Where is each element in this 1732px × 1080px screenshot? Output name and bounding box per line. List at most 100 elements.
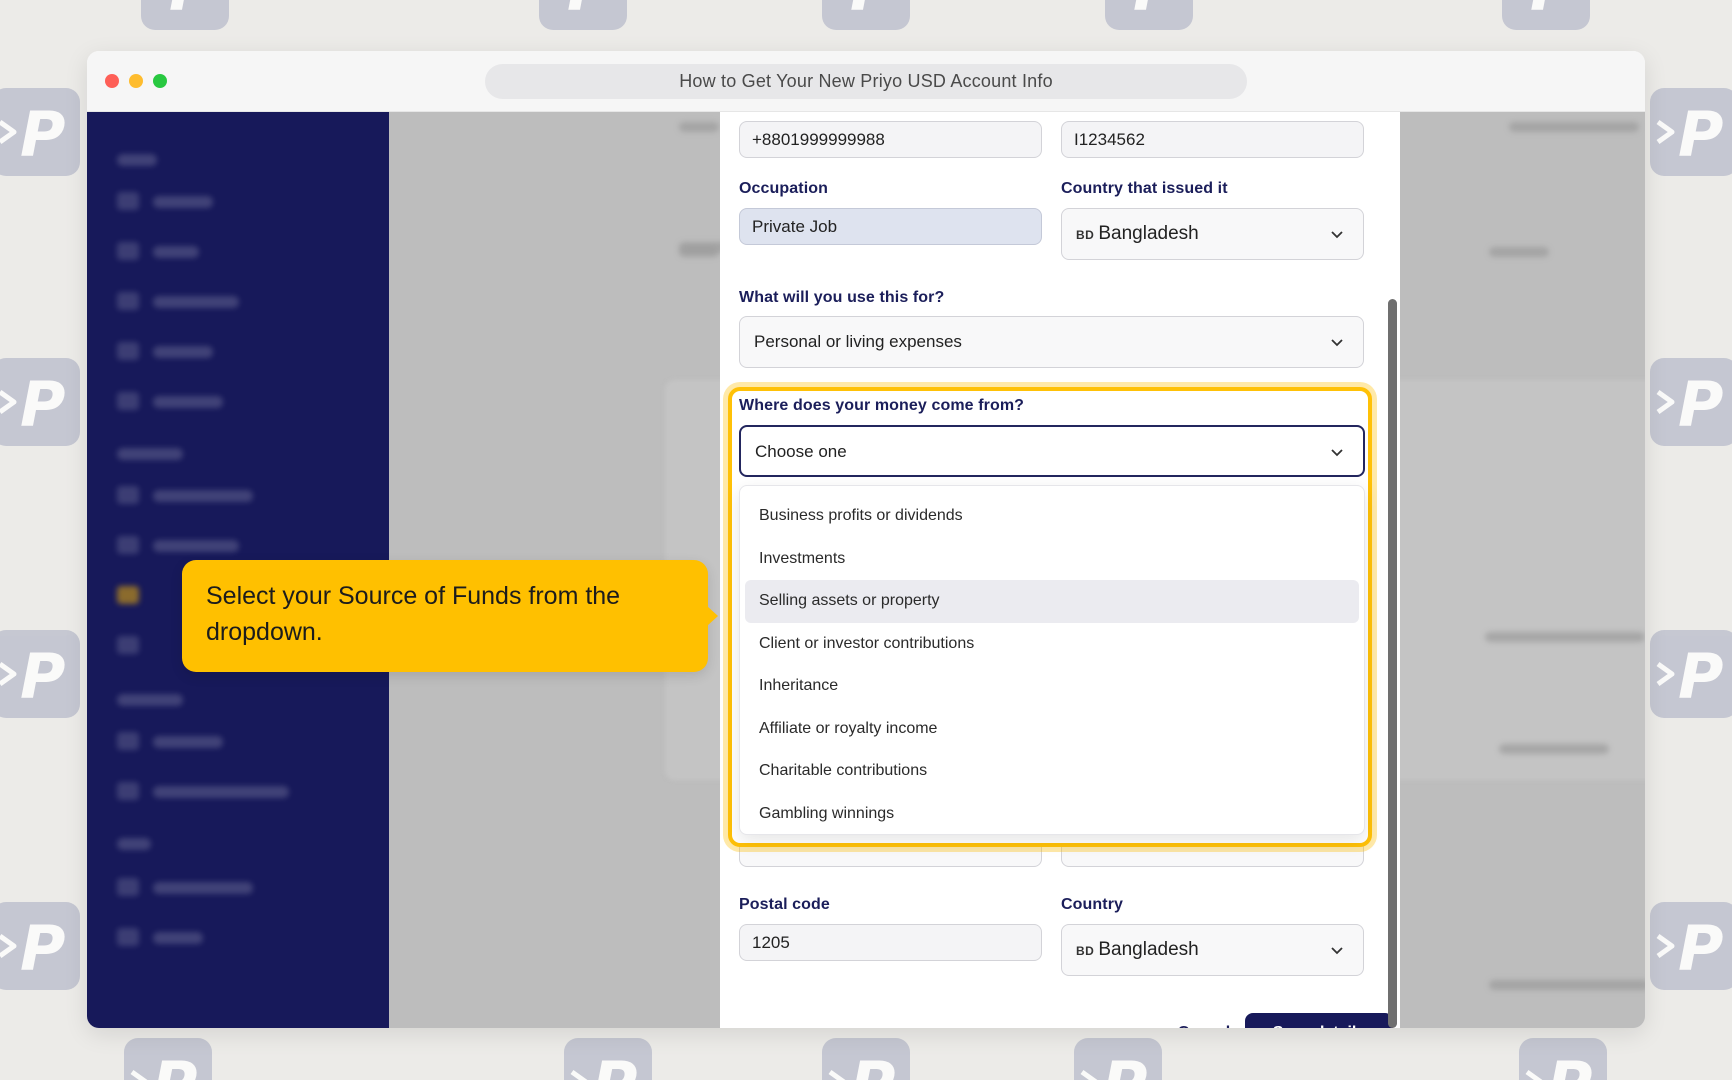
sidebar-icon bbox=[117, 732, 139, 750]
source-of-funds-select[interactable]: Choose one bbox=[739, 425, 1365, 477]
dropdown-option[interactable]: Inheritance bbox=[745, 665, 1359, 708]
issuing-country-select[interactable]: BD Bangladesh bbox=[1061, 208, 1364, 260]
svg-text:P: P bbox=[1530, 0, 1575, 25]
priyo-logo-icon: P bbox=[1525, 1048, 1592, 1080]
sidebar-blur bbox=[153, 346, 213, 358]
watermark-logo: P bbox=[822, 1038, 910, 1080]
watermark-logo: P bbox=[1650, 358, 1732, 446]
title-bar: How to Get Your New Priyo USD Account In… bbox=[87, 51, 1645, 112]
id-number-field[interactable]: I1234562 bbox=[1061, 121, 1364, 158]
priyo-logo-icon: P bbox=[1656, 98, 1723, 171]
watermark-logo: P bbox=[1650, 902, 1732, 990]
watermark-logo: P bbox=[0, 88, 80, 176]
sidebar-icon bbox=[117, 192, 139, 210]
svg-text:P: P bbox=[1678, 98, 1723, 171]
dropdown-option[interactable]: Investments bbox=[745, 538, 1359, 581]
close-window-button[interactable] bbox=[105, 74, 119, 88]
sidebar-icon bbox=[117, 342, 139, 360]
priyo-logo-icon: P bbox=[1133, 0, 1178, 25]
sidebar-icon bbox=[117, 392, 139, 410]
sidebar-blur bbox=[153, 786, 289, 798]
occupation-label: Occupation bbox=[739, 180, 829, 197]
maximize-window-button[interactable] bbox=[153, 74, 167, 88]
issuing-country-value: Bangladesh bbox=[1098, 223, 1199, 244]
dropdown-option-hovered[interactable]: Selling assets or property bbox=[745, 580, 1359, 623]
watermark-logo: P bbox=[822, 0, 910, 30]
svg-text:P: P bbox=[1678, 368, 1723, 441]
phone-field[interactable]: +8801999999988 bbox=[739, 121, 1042, 158]
svg-text:P: P bbox=[20, 912, 65, 985]
dropdown-option[interactable]: Affiliate or royalty income bbox=[745, 708, 1359, 751]
dropdown-option[interactable]: Gambling winnings bbox=[745, 793, 1359, 836]
modal-scrollbar[interactable] bbox=[1388, 299, 1397, 1028]
background-text bbox=[1485, 632, 1645, 642]
sidebar-blur bbox=[153, 736, 223, 748]
occupation-field[interactable]: Private Job bbox=[739, 208, 1042, 245]
watermark-logo: P bbox=[124, 1038, 212, 1080]
watermark-logo: P bbox=[539, 0, 627, 30]
svg-text:P: P bbox=[567, 0, 612, 25]
save-details-button[interactable]: Save details bbox=[1245, 1013, 1393, 1028]
watermark-logo: P bbox=[1502, 0, 1590, 30]
purpose-value: Personal or living expenses bbox=[754, 332, 962, 351]
svg-text:P: P bbox=[169, 0, 214, 25]
country-select[interactable]: BD Bangladesh bbox=[1061, 924, 1364, 976]
dropdown-option[interactable]: Business profits or dividends bbox=[745, 495, 1359, 538]
minimize-window-button[interactable] bbox=[129, 74, 143, 88]
chevron-down-icon bbox=[1331, 449, 1343, 457]
sidebar-blur bbox=[153, 296, 239, 308]
dropdown-option[interactable]: Charitable contributions bbox=[745, 750, 1359, 793]
sidebar-blur bbox=[117, 838, 151, 850]
postal-code-label: Postal code bbox=[739, 896, 830, 913]
postal-code-field[interactable]: 1205 bbox=[739, 924, 1042, 961]
watermark-logo: P bbox=[564, 1038, 652, 1080]
watermark-logo: P bbox=[0, 902, 80, 990]
priyo-logo-icon: P bbox=[0, 368, 65, 441]
sidebar-blur bbox=[153, 396, 223, 408]
country-value: Bangladesh bbox=[1098, 939, 1199, 960]
sidebar-icon bbox=[117, 636, 139, 654]
watermark-logo: P bbox=[141, 0, 229, 30]
address-bar[interactable]: How to Get Your New Priyo USD Account In… bbox=[485, 64, 1247, 99]
background-text bbox=[1499, 744, 1609, 754]
source-of-funds-value: Choose one bbox=[755, 442, 847, 461]
chevron-down-icon bbox=[1331, 947, 1343, 955]
bd-flag-icon: BD bbox=[1076, 944, 1095, 958]
priyo-logo-icon: P bbox=[169, 0, 214, 25]
issuing-country-label: Country that issued it bbox=[1061, 180, 1228, 197]
background-text bbox=[679, 122, 719, 132]
cancel-button[interactable]: Cancel bbox=[1159, 1013, 1249, 1028]
watermark-logo: P bbox=[1650, 630, 1732, 718]
svg-text:P: P bbox=[152, 1048, 197, 1080]
dropdown-option[interactable]: Client or investor contributions bbox=[745, 623, 1359, 666]
priyo-logo-icon: P bbox=[567, 0, 612, 25]
source-of-funds-dropdown: Business profits or dividends Investment… bbox=[739, 485, 1365, 835]
sidebar-blur bbox=[153, 246, 199, 258]
priyo-logo-icon: P bbox=[1530, 0, 1575, 25]
sidebar-icon bbox=[117, 486, 139, 504]
background-text bbox=[1489, 247, 1549, 257]
purpose-label: What will you use this for? bbox=[739, 289, 945, 306]
bd-flag-icon: BD bbox=[1076, 228, 1095, 242]
svg-text:P: P bbox=[1133, 0, 1178, 25]
svg-text:P: P bbox=[20, 368, 65, 441]
background-text bbox=[1509, 122, 1639, 132]
svg-text:P: P bbox=[850, 0, 895, 25]
sidebar-blur bbox=[117, 694, 183, 706]
svg-text:P: P bbox=[20, 98, 65, 171]
chevron-down-icon bbox=[1331, 231, 1343, 239]
purpose-select[interactable]: Personal or living expenses bbox=[739, 316, 1364, 368]
svg-text:P: P bbox=[1678, 912, 1723, 985]
sidebar-blur bbox=[117, 154, 157, 166]
watermark-logo: P bbox=[1650, 88, 1732, 176]
priyo-logo-icon: P bbox=[1656, 912, 1723, 985]
sidebar-icon bbox=[117, 928, 139, 946]
watermark-logo: P bbox=[1519, 1038, 1607, 1080]
watermark-logo: P bbox=[1074, 1038, 1162, 1080]
priyo-logo-icon: P bbox=[1656, 368, 1723, 441]
priyo-logo-icon: P bbox=[828, 1048, 895, 1080]
watermark-logo: P bbox=[0, 358, 80, 446]
priyo-logo-icon: P bbox=[130, 1048, 197, 1080]
priyo-logo-icon: P bbox=[850, 0, 895, 25]
svg-text:P: P bbox=[1547, 1048, 1592, 1080]
